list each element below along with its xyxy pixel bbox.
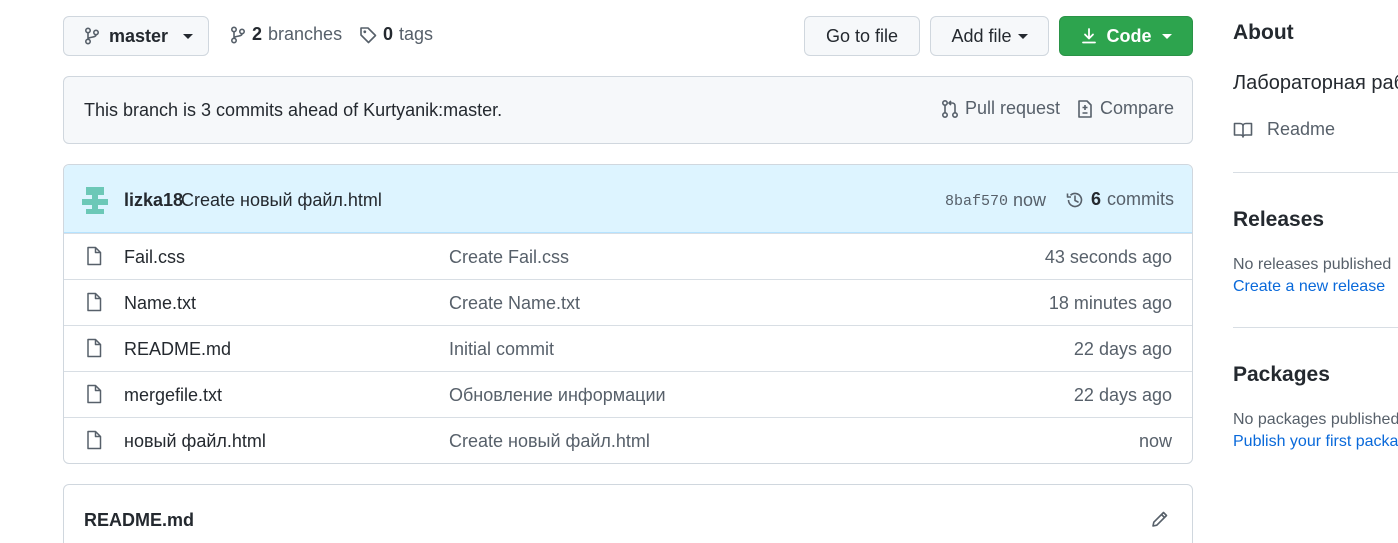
file-name[interactable]: новый файл.html — [124, 431, 266, 452]
commit-sha[interactable]: 8baf570 — [945, 193, 1008, 210]
file-name[interactable]: Fail.css — [124, 247, 185, 268]
file-age: now — [1138, 431, 1172, 451]
branch-ahead-message: This branch is 3 commits ahead of Kurtya… — [84, 99, 503, 120]
avatar[interactable] — [81, 186, 109, 214]
file-commit-message[interactable]: Create Fail.css — [449, 247, 569, 268]
commit-author[interactable]: lizka18 — [124, 190, 183, 211]
chevron-down-icon — [1161, 33, 1172, 39]
code-button[interactable]: Code — [1059, 16, 1193, 56]
file-commit-message[interactable]: Initial commit — [449, 339, 554, 360]
readme-panel: README.md — [63, 484, 1193, 543]
commit-time: now — [1013, 190, 1047, 210]
packages-heading[interactable]: Packages — [1233, 363, 1330, 387]
file-icon — [86, 292, 102, 312]
readme-title[interactable]: README.md — [84, 510, 194, 531]
branch-select-button[interactable]: master — [63, 16, 209, 56]
commit-message[interactable]: Create новый файл.html — [181, 190, 382, 211]
file-row[interactable]: Name.txt Create Name.txt 18 minutes ago — [64, 279, 1192, 325]
tags-link[interactable]: 0 tags — [359, 24, 433, 45]
create-release-link[interactable]: Create a new release — [1233, 278, 1385, 296]
branches-link[interactable]: 2 branches — [230, 24, 342, 45]
file-commit-message[interactable]: Create новый файл.html — [449, 431, 650, 452]
file-commit-message[interactable]: Create Name.txt — [449, 293, 580, 314]
file-commit-message[interactable]: Обновление информации — [449, 385, 666, 406]
releases-heading[interactable]: Releases — [1233, 208, 1324, 232]
file-name[interactable]: mergefile.txt — [124, 385, 222, 406]
pull-request-label: Pull request — [965, 98, 1061, 118]
go-to-file-button[interactable]: Go to file — [804, 16, 920, 56]
file-diff-icon — [1076, 99, 1094, 119]
branches-count: 2 — [252, 24, 263, 44]
file-row[interactable]: новый файл.html Create новый файл.html n… — [64, 417, 1192, 463]
branches-label: branches — [268, 24, 343, 44]
add-file-button[interactable]: Add file — [930, 16, 1049, 56]
commit-count: 6 — [1091, 189, 1102, 209]
tags-count: 0 — [383, 24, 394, 44]
file-name[interactable]: Name.txt — [124, 293, 196, 314]
compare-link[interactable]: Compare — [1076, 98, 1174, 119]
commits-link[interactable]: 6 commits — [1065, 189, 1174, 210]
chevron-down-icon — [1017, 33, 1028, 39]
compare-label: Compare — [1100, 98, 1175, 118]
file-icon — [86, 246, 102, 266]
file-age: 43 seconds ago — [1044, 247, 1172, 267]
about-heading: About — [1233, 21, 1294, 44]
commits-label: commits — [1107, 189, 1175, 209]
download-icon — [1081, 27, 1097, 45]
file-list: lizka18 Create новый файл.html 8baf570 n… — [63, 164, 1193, 464]
book-icon — [1233, 121, 1253, 139]
file-icon — [86, 338, 102, 358]
pencil-icon[interactable] — [1150, 509, 1170, 529]
branch-name: master — [109, 25, 169, 46]
chevron-down-icon — [183, 33, 194, 39]
file-icon — [86, 430, 102, 450]
add-file-label: Add file — [951, 25, 1012, 46]
file-row[interactable]: mergefile.txt Обновление информации 22 d… — [64, 371, 1192, 417]
readme-link[interactable]: Readme — [1233, 119, 1335, 140]
file-icon — [86, 384, 102, 404]
file-row[interactable]: README.md Initial commit 22 days ago — [64, 325, 1192, 371]
file-age: 22 days ago — [1073, 339, 1172, 359]
repo-description: Лабораторная работа — [1233, 72, 1398, 94]
git-branch-icon — [230, 25, 246, 44]
code-label: Code — [1106, 25, 1152, 46]
tag-icon — [359, 26, 377, 44]
tags-label: tags — [399, 24, 434, 44]
file-name[interactable]: README.md — [124, 339, 231, 360]
no-packages-text: No packages published — [1233, 411, 1398, 428]
no-releases-text: No releases published — [1233, 256, 1392, 273]
history-icon — [1065, 190, 1085, 210]
divider — [1233, 327, 1398, 328]
pull-request-icon — [941, 99, 959, 119]
publish-package-link[interactable]: Publish your first package — [1233, 433, 1398, 451]
latest-commit-header: lizka18 Create новый файл.html 8baf570 n… — [64, 165, 1192, 233]
git-branch-icon — [84, 27, 100, 45]
divider — [1233, 172, 1398, 173]
readme-link-label: Readme — [1267, 119, 1336, 139]
file-age: 18 minutes ago — [1048, 293, 1172, 313]
pull-request-link[interactable]: Pull request — [941, 98, 1060, 119]
file-row[interactable]: Fail.css Create Fail.css 43 seconds ago — [64, 233, 1192, 279]
file-age: 22 days ago — [1073, 385, 1172, 405]
